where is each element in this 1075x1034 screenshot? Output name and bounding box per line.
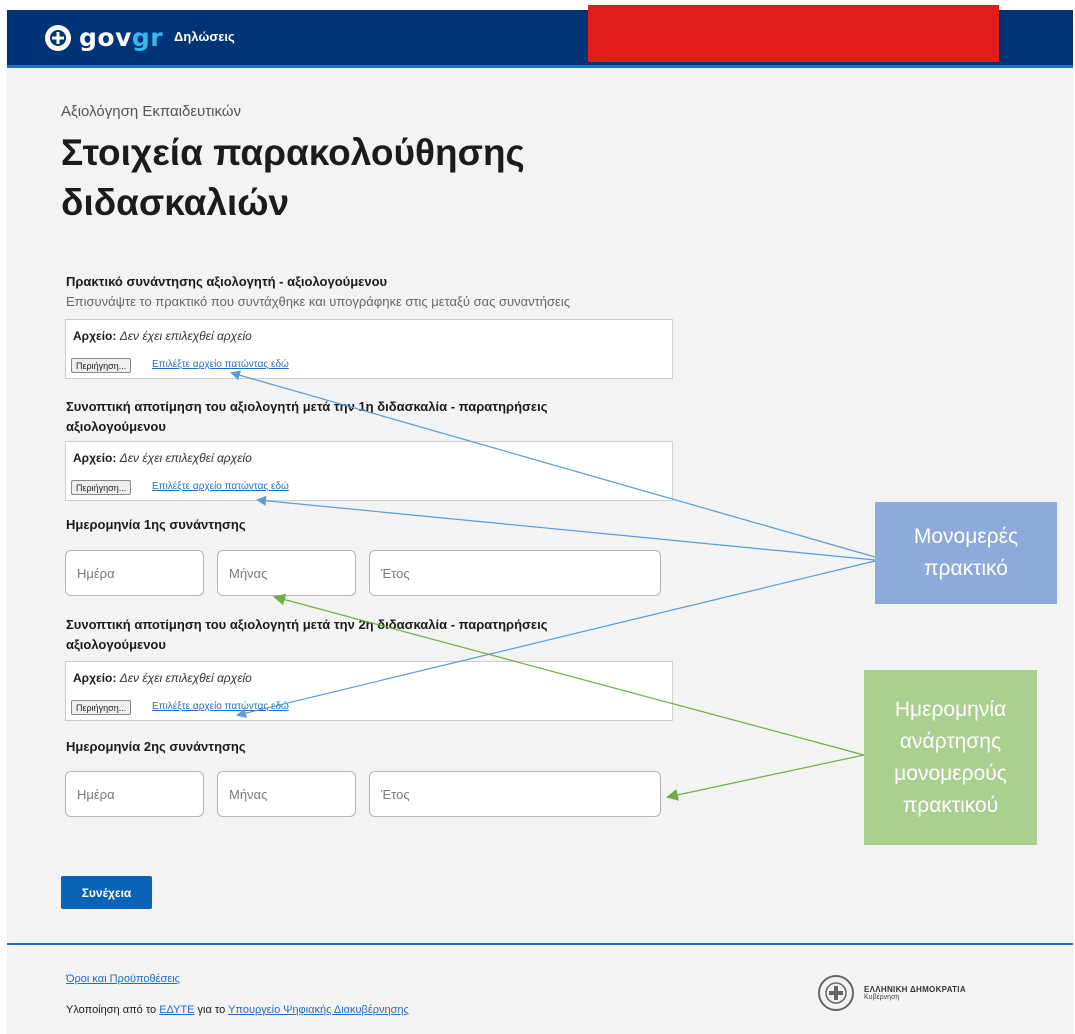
single-sided-minutes-callout: Μονομερές πρακτικό xyxy=(875,502,1057,604)
arrow-to-second-date xyxy=(666,754,865,801)
posting-date-callout: Ημερομηνία ανάρτησης μονομερούς πρακτικο… xyxy=(864,670,1037,845)
arrow-to-first-upload xyxy=(230,370,876,558)
arrow-to-first-date xyxy=(273,593,865,756)
arrow-to-third-upload xyxy=(236,560,876,718)
